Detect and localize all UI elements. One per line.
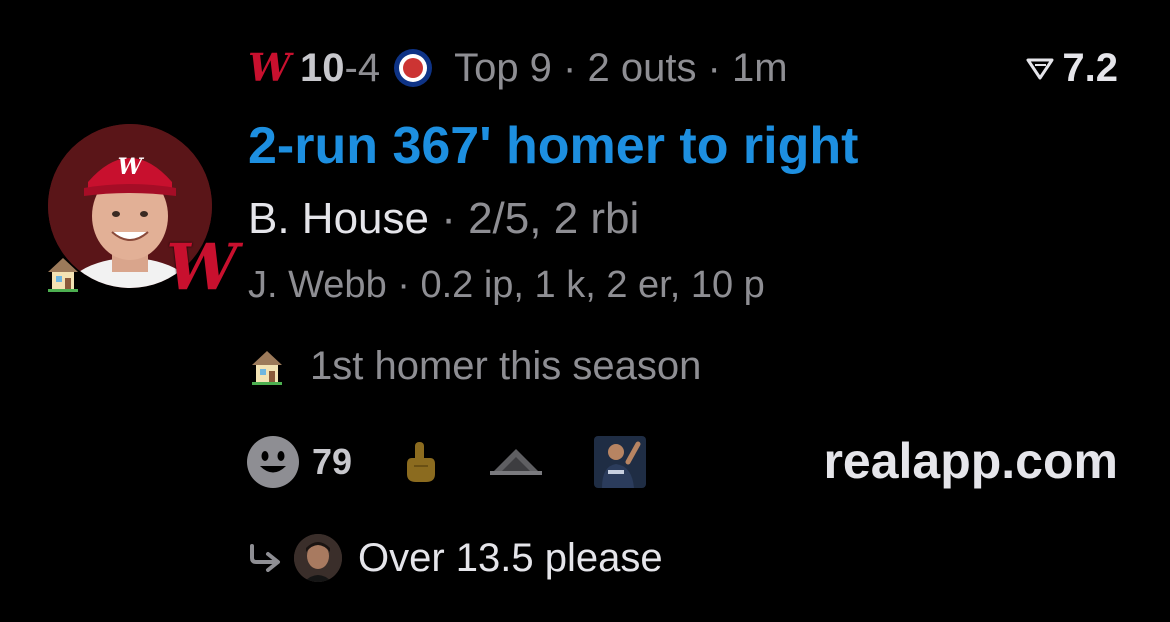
batter-line: B. House · 2/5, 2 rbi: [248, 194, 639, 244]
score-trailing: -4: [344, 45, 381, 90]
rating[interactable]: 7.2: [1026, 40, 1118, 96]
reply-text: Over 13.5 please: [358, 535, 663, 580]
house-emoji-icon: [252, 351, 282, 385]
reply-user-avatar[interactable]: [294, 534, 342, 582]
score-leading: 10: [300, 45, 345, 90]
game-score: 10-4: [300, 46, 380, 91]
svg-text:W: W: [118, 154, 145, 180]
brand-watermark: realapp.com: [823, 433, 1118, 489]
stadium-sticker-icon[interactable]: [488, 447, 544, 477]
team-badge-icon: W: [166, 230, 238, 305]
game-header: W 10-4 Top 9 · 2 outs · 1m: [248, 40, 788, 96]
play-headline[interactable]: 2-run 367' homer to right: [248, 116, 858, 176]
reply-row[interactable]: Over 13.5 please: [248, 530, 663, 586]
milestone-text: 1st homer this season: [310, 343, 702, 388]
rating-value: 7.2: [1062, 45, 1118, 90]
pitcher-line: J. Webb · 0.2 ip, 1 k, 2 er, 10 p: [248, 264, 765, 306]
batter-name[interactable]: B. House: [248, 194, 429, 243]
rating-arrow-icon: [1026, 58, 1054, 80]
game-status: Top 9 · 2 outs · 1m: [454, 45, 788, 90]
smile-reaction-icon[interactable]: [246, 435, 300, 489]
reaction-count[interactable]: 79: [312, 441, 352, 483]
nationals-logo-icon: W: [248, 45, 291, 90]
reply-arrow-icon: [250, 544, 280, 572]
cubs-logo-icon: [394, 49, 433, 87]
reply-user-photo: [294, 534, 342, 582]
batter-stats: · 2/5, 2 rbi: [428, 194, 640, 243]
player-celebration-sticker-icon[interactable]: [594, 436, 647, 488]
house-emoji-icon: [48, 258, 78, 292]
middle-finger-emoji-icon[interactable]: [402, 440, 438, 484]
milestone: 1st homer this season: [248, 342, 701, 390]
reactions-bar: 79: [246, 434, 647, 490]
